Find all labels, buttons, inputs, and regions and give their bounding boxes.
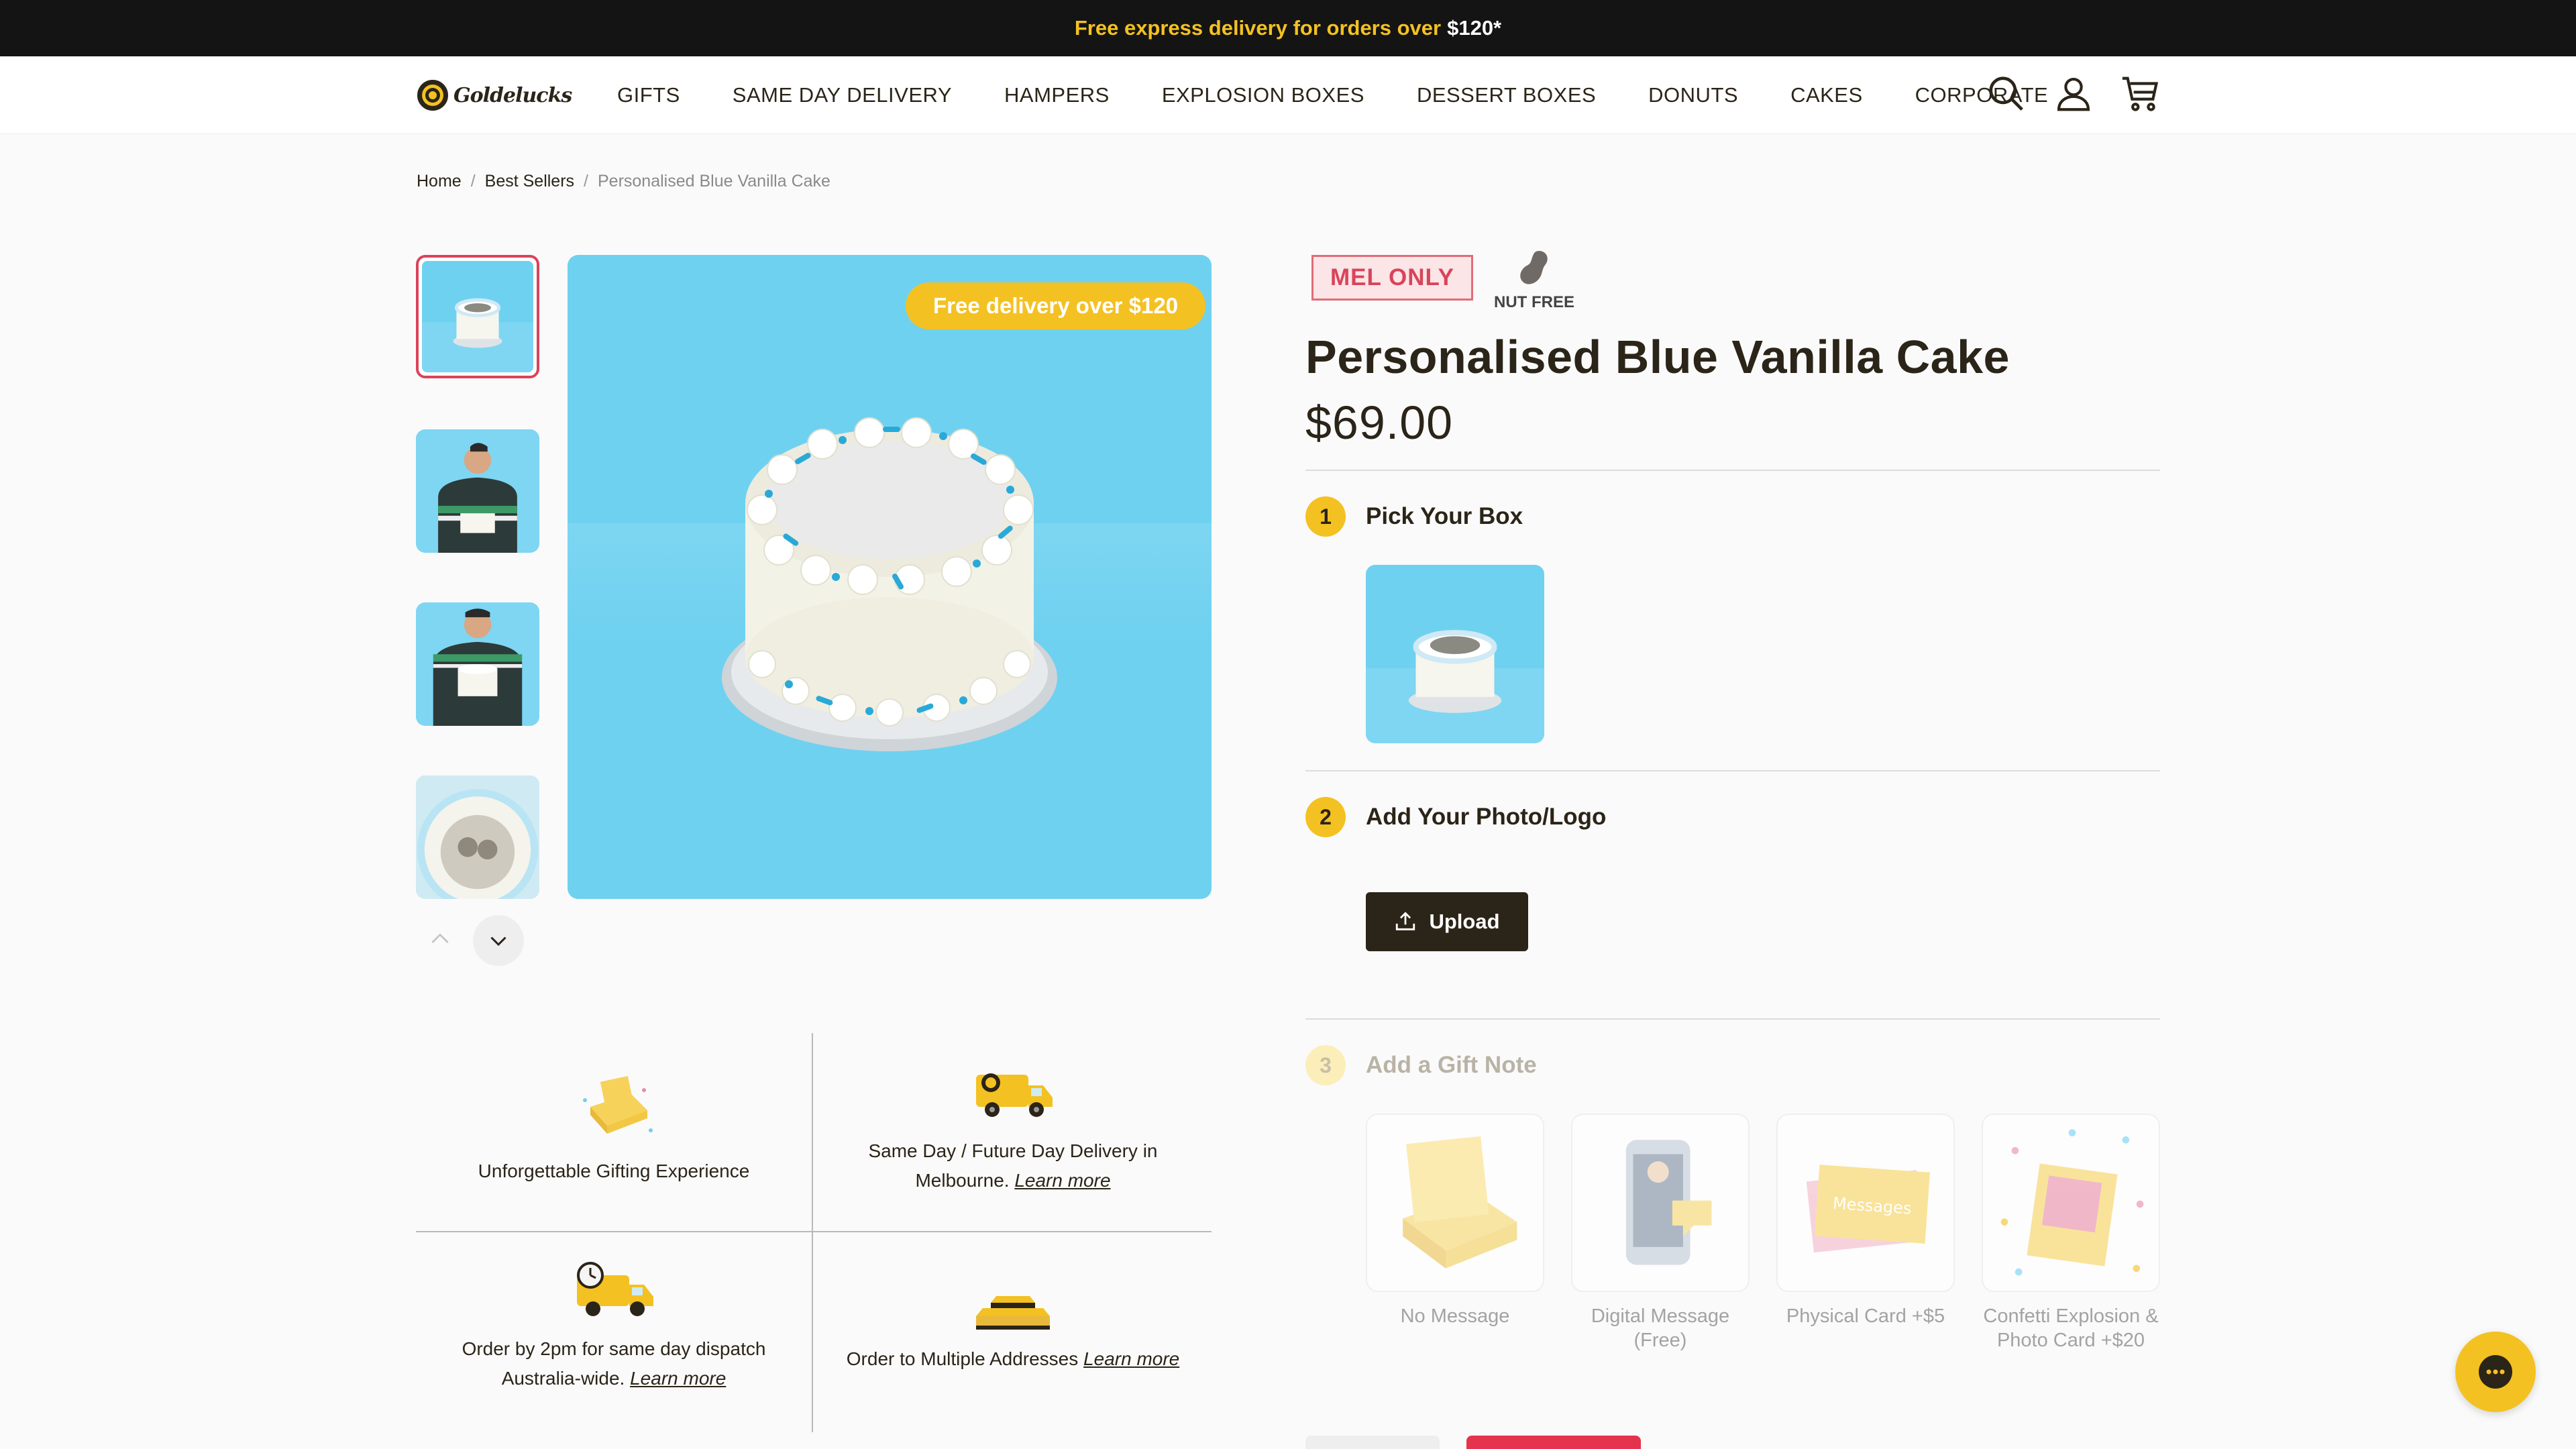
breadcrumb-best-sellers[interactable]: Best Sellers <box>485 172 574 191</box>
divider <box>1305 1018 2160 1020</box>
nav-hampers[interactable]: HAMPERS <box>1004 83 1110 107</box>
announcement-amount: $120* <box>1447 16 1502 40</box>
features-divider-horizontal <box>416 1231 1212 1232</box>
feature-gifting-text: Unforgettable Gifting Experience <box>478 1161 750 1181</box>
header-actions <box>1986 73 2161 115</box>
main-product-image[interactable]: Free delivery over $120 <box>568 255 1212 899</box>
gallery-thumbnail-4[interactable] <box>416 775 539 899</box>
feature-gifting: Unforgettable Gifting Experience <box>426 1067 802 1186</box>
account-icon[interactable] <box>2053 73 2094 115</box>
site-header: Goldelucks GIFTS SAME DAY DELIVERY HAMPE… <box>0 56 2576 134</box>
message-card-icon: Messages <box>1806 1165 1930 1253</box>
gift-note-label: Confetti Explosion & Photo Card +$20 <box>1983 1305 2159 1351</box>
nav-explosion-boxes[interactable]: EXPLOSION BOXES <box>1162 83 1364 107</box>
quantity-selector[interactable] <box>1305 1436 1440 1449</box>
search-icon[interactable] <box>1986 73 2027 115</box>
step-number: 1 <box>1305 496 1346 537</box>
gift-box-icon <box>583 1076 653 1134</box>
peanut-icon <box>1520 251 1548 284</box>
gift-note-no-message[interactable] <box>1366 1114 1544 1292</box>
mel-only-badge: MEL ONLY <box>1311 255 1473 301</box>
stacked-boxes-icon <box>976 1296 1050 1330</box>
chevron-down-icon <box>490 936 506 947</box>
add-to-cart-button[interactable] <box>1466 1436 1641 1449</box>
confetti-card-icon <box>2000 1129 2144 1276</box>
breadcrumb-separator: / <box>470 172 476 191</box>
main-nav: GIFTS SAME DAY DELIVERY HAMPERS EXPLOSIO… <box>590 56 2074 134</box>
breadcrumb: Home / Best Sellers / Personalised Blue … <box>417 172 830 191</box>
feature-multiple-addresses-text: Order to Multiple Addresses <box>846 1348 1079 1369</box>
delivery-van-icon <box>976 1073 1053 1117</box>
logo[interactable]: Goldelucks <box>417 78 572 112</box>
feature-multiple-addresses-learn-more-link[interactable]: Learn more <box>1083 1348 1179 1369</box>
upload-button[interactable]: Upload <box>1366 892 1528 951</box>
gift-note-digital-message[interactable] <box>1571 1114 1750 1292</box>
cake-topview-image <box>416 775 539 899</box>
nav-donuts[interactable]: DONUTS <box>1648 83 1738 107</box>
cake-thumbnail-image <box>422 298 533 372</box>
feature-dispatch: Order by 2pm for same day dispatch Austr… <box>426 1258 802 1393</box>
breadcrumb-home[interactable]: Home <box>417 172 462 191</box>
feature-multiple-addresses: Order to Multiple Addresses Learn more <box>825 1281 1201 1374</box>
step-pick-box: 1 Pick Your Box <box>1305 496 1523 537</box>
upload-icon <box>1396 912 1415 930</box>
phone-message-icon <box>1625 1140 1712 1265</box>
feature-dispatch-learn-more-link[interactable]: Learn more <box>630 1368 726 1389</box>
free-delivery-pill: Free delivery over $120 <box>906 282 1206 329</box>
gift-note-label: Physical Card +$5 <box>1786 1305 1945 1327</box>
gift-note-physical-card[interactable]: Messages <box>1776 1114 1955 1292</box>
nut-free-label: NUT FREE <box>1494 293 1574 311</box>
divider <box>1305 770 2160 771</box>
nav-cakes[interactable]: CAKES <box>1790 83 1863 107</box>
gallery-thumbnail-3[interactable] <box>416 602 539 726</box>
logo-mark <box>417 80 448 111</box>
cart-icon[interactable] <box>2120 73 2161 115</box>
step-label: Add Your Photo/Logo <box>1366 804 1607 830</box>
logo-wordmark: Goldelucks <box>453 83 572 107</box>
step-label: Add a Gift Note <box>1366 1052 1537 1078</box>
cake-image <box>722 417 1057 751</box>
nut-free-badge: NUT FREE <box>1491 248 1578 312</box>
person-holding-cake-image <box>416 602 539 726</box>
step-number: 3 <box>1305 1045 1346 1085</box>
gift-note-label: Digital Message (Free) <box>1591 1305 1730 1351</box>
feature-same-day-delivery: Same Day / Future Day Delivery in Melbou… <box>825 1060 1201 1195</box>
breadcrumb-current: Personalised Blue Vanilla Cake <box>597 172 830 191</box>
announcement-bar: Free express delivery for orders over $1… <box>0 0 2576 56</box>
step-gift-note: 3 Add a Gift Note <box>1305 1045 1537 1085</box>
gift-note-label: No Message <box>1400 1305 1510 1327</box>
feature-same-day-text: Same Day / Future Day Delivery in Melbou… <box>868 1140 1158 1191</box>
step-label: Pick Your Box <box>1366 503 1523 529</box>
dispatch-truck-icon <box>577 1262 653 1316</box>
breadcrumb-separator: / <box>584 172 588 191</box>
gallery-next-button[interactable] <box>473 915 524 966</box>
announcement-text: Free express delivery for orders over <box>1074 16 1442 40</box>
product-price: $69.00 <box>1305 396 1454 449</box>
divider <box>1305 470 2160 471</box>
nav-gifts[interactable]: GIFTS <box>617 83 680 107</box>
upload-label: Upload <box>1429 910 1500 933</box>
step-number: 2 <box>1305 797 1346 837</box>
nav-dessert-boxes[interactable]: DESSERT BOXES <box>1417 83 1596 107</box>
step-add-photo: 2 Add Your Photo/Logo <box>1305 797 1606 837</box>
chat-icon <box>2479 1355 2512 1389</box>
gallery-prev-icon[interactable] <box>427 926 453 953</box>
box-option-cake[interactable] <box>1366 565 1544 743</box>
product-title: Personalised Blue Vanilla Cake <box>1305 331 2010 383</box>
gallery-thumbnail-1[interactable] <box>416 255 539 378</box>
nav-same-day-delivery[interactable]: SAME DAY DELIVERY <box>733 83 952 107</box>
gift-note-confetti-explosion[interactable] <box>1982 1114 2160 1292</box>
box-option-image <box>1366 630 1544 743</box>
person-holding-cake-image <box>416 429 539 553</box>
feature-same-day-learn-more-link[interactable]: Learn more <box>1014 1170 1110 1191</box>
features-grid: Unforgettable Gifting Experience Same Da… <box>416 1033 1212 1432</box>
gift-box-icon <box>1403 1136 1517 1269</box>
chat-launcher-button[interactable] <box>2455 1332 2536 1412</box>
gallery-thumbnail-2[interactable] <box>416 429 539 553</box>
features-divider-vertical <box>812 1033 813 1432</box>
